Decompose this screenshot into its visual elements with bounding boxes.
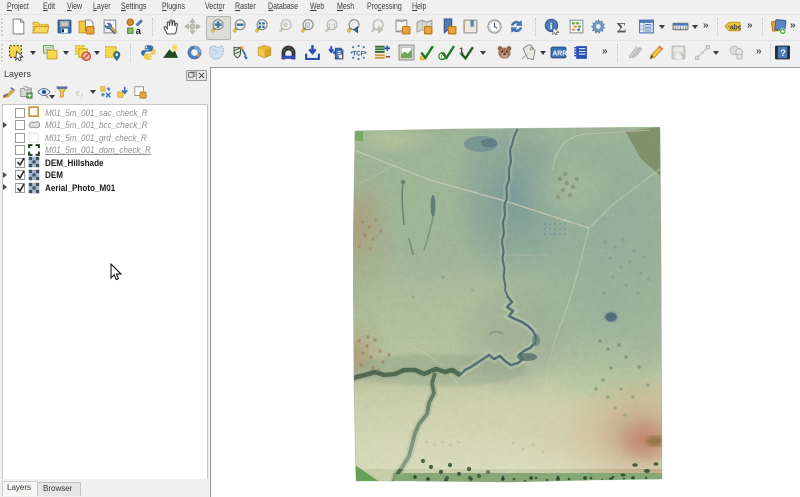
svg-text:1:1: 1:1 — [328, 24, 336, 30]
svg-text:ARR: ARR — [552, 51, 567, 58]
svg-text:Σ: Σ — [617, 20, 627, 35]
svg-text:TCF: TCF — [352, 50, 364, 57]
svg-text:i: i — [550, 21, 553, 32]
svg-text:a: a — [136, 26, 142, 35]
svg-text:?: ? — [780, 48, 786, 59]
svg-text:abc: abc — [730, 24, 741, 31]
svg-text:├: ├ — [80, 92, 84, 99]
svg-text:ε: ε — [76, 88, 80, 99]
